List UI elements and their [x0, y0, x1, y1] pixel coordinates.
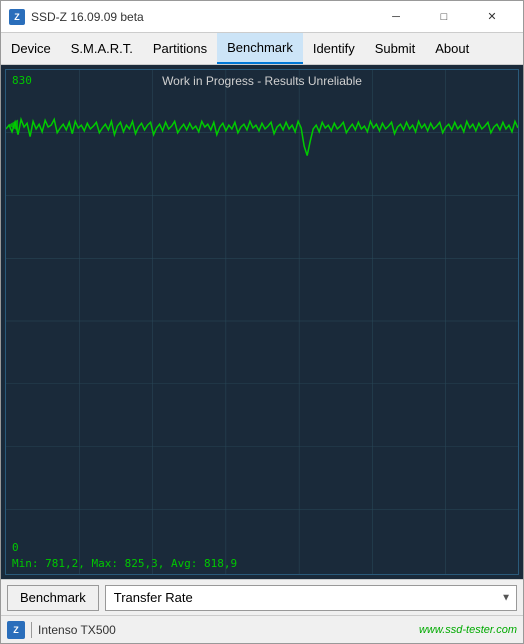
status-divider	[31, 622, 32, 638]
status-app-icon: Z	[7, 621, 25, 639]
minimize-button[interactable]: ─	[373, 1, 419, 33]
status-bar: Z Intenso TX500 www.ssd-tester.com	[1, 615, 523, 643]
chart-y-min: 0	[12, 541, 19, 554]
window-title: SSD-Z 16.09.09 beta	[31, 10, 373, 24]
bottom-controls: Benchmark Transfer Rate IOPS Latency ▼	[1, 579, 523, 615]
benchmark-button[interactable]: Benchmark	[7, 585, 99, 611]
app-icon: Z	[9, 9, 25, 25]
title-bar-controls: ─ □ ✕	[373, 1, 515, 33]
chart-title: Work in Progress - Results Unreliable	[6, 74, 518, 88]
main-window: Z SSD-Z 16.09.09 beta ─ □ ✕ Device S.M.A…	[0, 0, 524, 644]
menu-item-benchmark[interactable]: Benchmark	[217, 33, 303, 64]
chart-stats: Min: 781,2, Max: 825,3, Avg: 818,9	[12, 557, 237, 570]
chart-area: 830 Work in Progress - Results Unreliabl…	[5, 69, 519, 575]
status-device-name: Intenso TX500	[38, 623, 413, 637]
main-content: 830 Work in Progress - Results Unreliabl…	[1, 65, 523, 579]
transfer-rate-dropdown[interactable]: Transfer Rate IOPS Latency	[105, 585, 517, 611]
menu-bar: Device S.M.A.R.T. Partitions Benchmark I…	[1, 33, 523, 65]
dropdown-container: Transfer Rate IOPS Latency ▼	[105, 585, 517, 611]
title-bar: Z SSD-Z 16.09.09 beta ─ □ ✕	[1, 1, 523, 33]
close-button[interactable]: ✕	[469, 1, 515, 33]
menu-item-identify[interactable]: Identify	[303, 33, 365, 64]
menu-item-submit[interactable]: Submit	[365, 33, 425, 64]
maximize-button[interactable]: □	[421, 1, 467, 33]
menu-item-device[interactable]: Device	[1, 33, 61, 64]
menu-item-about[interactable]: About	[425, 33, 479, 64]
chart-svg	[6, 70, 518, 574]
menu-item-smart[interactable]: S.M.A.R.T.	[61, 33, 143, 64]
status-url: www.ssd-tester.com	[419, 624, 517, 636]
menu-item-partitions[interactable]: Partitions	[143, 33, 217, 64]
